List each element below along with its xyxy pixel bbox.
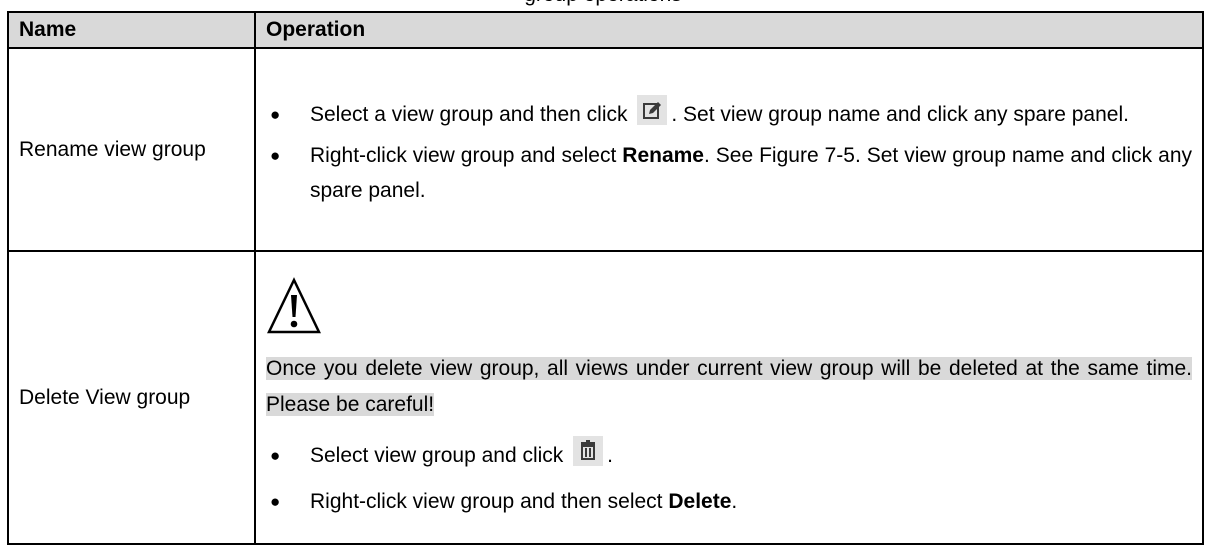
operations-table: Name Operation Rename view group ● Selec… <box>7 11 1204 545</box>
delete-step2-text-b: . <box>731 489 738 513</box>
edit-icon <box>637 95 668 125</box>
header-name: Name <box>7 11 256 49</box>
table-caption: group operations <box>0 0 1206 8</box>
rename-name-cell: Rename view group <box>7 47 256 252</box>
rename-bullet-list: ● Select a view group and then click . S… <box>266 91 1192 208</box>
header-operation: Operation <box>254 11 1204 49</box>
list-item: ● Right-click view group and then select… <box>266 479 1192 525</box>
rename-step2-bold: Rename <box>622 144 704 167</box>
delete-name-cell: Delete View group <box>7 250 256 545</box>
list-item: ● Select a view group and then click . S… <box>266 91 1192 138</box>
bullet-dot: ● <box>270 491 281 511</box>
rename-step1-text-b: . Set view group name and click any spar… <box>671 103 1129 126</box>
warning-note: Once you delete view group, all views un… <box>266 356 1192 416</box>
trash-icon <box>573 435 604 466</box>
warning-icon <box>267 276 321 333</box>
table-row-rename: Rename view group ● Select a view group … <box>7 47 1204 252</box>
rename-step2-text-a: Right-click view group and select <box>310 144 623 167</box>
list-item: ● Select view group and click . <box>266 433 1192 479</box>
delete-step2-text-a: Right-click view group and then select <box>310 489 669 513</box>
table-header-row: Name Operation <box>7 11 1204 49</box>
list-item: ● Right-click view group and select Rena… <box>266 138 1192 208</box>
rename-operation-cell: ● Select a view group and then click . S… <box>254 47 1204 252</box>
bullet-dot: ● <box>270 445 281 465</box>
rename-step1-text-a: Select a view group and then click <box>310 103 628 126</box>
warning-icon-wrap <box>266 271 1192 351</box>
bullet-dot: ● <box>270 105 281 124</box>
delete-step1-text-a: Select view group and click <box>310 443 564 467</box>
delete-bullet-list: ● Select view group and click . ● Right-… <box>266 433 1192 525</box>
table-row-delete: Delete View group Once you delete view g… <box>7 250 1204 545</box>
delete-operation-cell: Once you delete view group, all views un… <box>254 250 1204 545</box>
delete-step1-text-b: . <box>607 443 613 467</box>
delete-step2-bold: Delete <box>668 489 732 513</box>
bullet-dot: ● <box>270 146 281 165</box>
